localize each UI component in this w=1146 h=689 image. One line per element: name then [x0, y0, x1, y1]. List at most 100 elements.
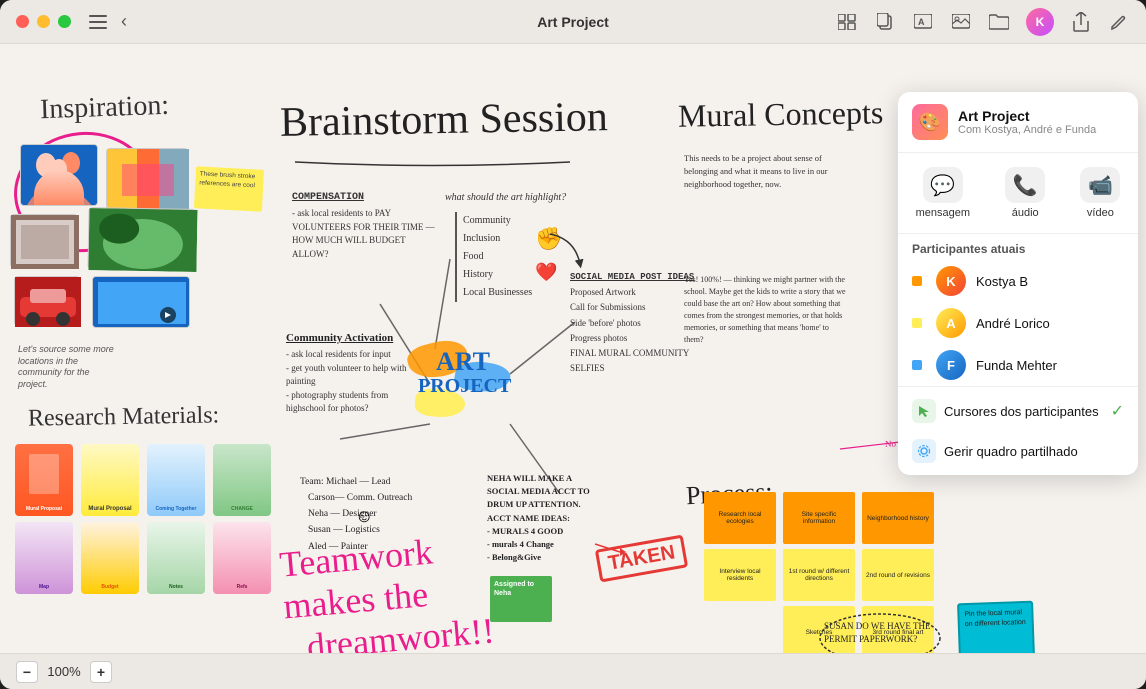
traffic-lights [16, 15, 71, 28]
photo-people [20, 144, 98, 206]
collab-project-subtitle: Com Kostya, André e Funda [958, 124, 1096, 136]
susan-note-area: SUSAN DO WE HAVE THE PERMIT PAPERWORK? [820, 616, 940, 650]
titlebar-tools: A K [836, 8, 1130, 36]
funda-indicator [912, 360, 922, 370]
compensation-block: COMPENSATION - ask local residents to PA… [292, 192, 437, 261]
smiley-icon: ☺ [355, 506, 373, 527]
collab-panel: 🎨 Art Project Com Kostya, André e Funda … [898, 92, 1138, 475]
postit-site-specific: Site specific information [783, 492, 855, 544]
zoom-control: − 100% + [16, 661, 112, 683]
research-docs-grid: Mural Proposal Mural Proposal Coming Tog… [15, 444, 273, 594]
minimize-button[interactable] [37, 15, 50, 28]
sidebar-toggle-icon[interactable] [87, 11, 109, 33]
cyan-sticky: Pin the local mural on different locatio… [957, 601, 1035, 653]
window-title: Art Project [537, 14, 609, 30]
kostya-indicator [912, 276, 922, 286]
participant-funda[interactable]: F Funda Mehter [898, 344, 1138, 386]
video-label: vídeo [1087, 207, 1114, 219]
message-icon: 💬 [923, 167, 963, 203]
postit-2nd-round: 2nd round of revisions [862, 549, 934, 601]
zoom-level-display: 100% [44, 664, 84, 679]
research-materials-label: Research Materials: [28, 402, 220, 432]
window: ‹ Art Project A K [0, 0, 1146, 689]
close-button[interactable] [16, 15, 29, 28]
participants-header: Participantes atuais [898, 234, 1138, 260]
photo-colorful [106, 148, 188, 210]
titlebar-nav: ‹ [87, 11, 135, 33]
collab-panel-header: 🎨 Art Project Com Kostya, André e Funda [898, 92, 1138, 153]
audio-label: áudio [1012, 207, 1039, 219]
source-text: Let's source some more locations in the … [18, 344, 118, 391]
susan-oval [815, 611, 945, 653]
doc-item-8: Refs [213, 522, 271, 594]
cursors-checkmark: ✓ [1111, 401, 1124, 421]
participant-andre[interactable]: A André Lorico [898, 302, 1138, 344]
postit-interview: Interview local residents [704, 549, 776, 601]
share-icon[interactable] [1070, 11, 1092, 33]
funda-name: Funda Mehter [976, 358, 1057, 373]
collab-project-name: Art Project [958, 108, 1096, 124]
doc-item-2: Mural Proposal [81, 444, 139, 516]
svg-text:A: A [918, 17, 925, 27]
gear-icon [912, 439, 936, 463]
collab-options: Cursores dos participantes ✓ Gerir quadr… [898, 386, 1138, 475]
kostya-name: Kostya B [976, 274, 1028, 289]
compensation-body: - ask local residents to PAY VOLUNTEERS … [292, 207, 437, 261]
cursors-option[interactable]: Cursores dos participantes ✓ [898, 391, 1138, 431]
doc-item-3: Coming Together [147, 444, 205, 516]
collab-video-button[interactable]: 📹 vídeo [1068, 163, 1132, 223]
andre-avatar: A [936, 308, 966, 338]
text-icon[interactable]: A [912, 11, 934, 33]
copy-icon[interactable] [874, 11, 896, 33]
user-avatar[interactable]: K [1026, 8, 1054, 36]
folder-icon[interactable] [988, 11, 1010, 33]
participant-kostya[interactable]: K Kostya B [898, 260, 1138, 302]
cursor-icon [912, 399, 936, 423]
compensation-title: COMPENSATION [292, 192, 437, 203]
manage-board-label: Gerir quadro partilhado [944, 444, 1078, 459]
cursors-label: Cursores dos participantes [944, 404, 1099, 419]
highlight-question: what should the art highlight? [445, 192, 566, 203]
mural-paragraph: This needs to be a project about sense o… [684, 152, 839, 190]
photo-texture [10, 214, 78, 268]
image-icon[interactable] [950, 11, 972, 33]
postit-1st-round: 1st round w/ different directions [783, 549, 855, 601]
collab-actions-row: 💬 mensagem 📞 áudio 📹 vídeo [898, 153, 1138, 234]
zoom-in-button[interactable]: + [90, 661, 112, 683]
collab-audio-button[interactable]: 📞 áudio [993, 163, 1057, 223]
zoom-out-button[interactable]: − [16, 661, 38, 683]
doc-item-5: Map [15, 522, 73, 594]
fist-emoji: ✊ [535, 226, 562, 252]
funda-avatar: F [936, 350, 966, 380]
bottom-toolbar: − 100% + [0, 653, 1146, 689]
titlebar-center: Art Project [537, 14, 609, 30]
doc-item-4: CHANGE [213, 444, 271, 516]
community-activation-body: - ask local residents for input- get you… [286, 348, 426, 416]
photo-video [92, 276, 190, 328]
photo-green [87, 207, 196, 271]
heart-emoji: ❤️ [535, 262, 557, 283]
andre-name: André Lorico [976, 316, 1050, 331]
video-icon: 📹 [1080, 167, 1120, 203]
checklist-block: Community Inclusion Food History Local B… [455, 212, 532, 302]
doc-item-1: Mural Proposal [15, 444, 73, 516]
doc-item-7: Notes [147, 522, 205, 594]
message-label: mensagem [916, 207, 970, 219]
photo-car [14, 276, 80, 326]
collab-title-block: Art Project Com Kostya, André e Funda [958, 108, 1096, 136]
andre-indicator [912, 318, 922, 328]
community-activation-title: Community Activation [286, 332, 426, 344]
kostya-avatar: K [936, 266, 966, 296]
maximize-button[interactable] [58, 15, 71, 28]
inspiration-label: Inspiration: [39, 90, 169, 126]
back-icon[interactable]: ‹ [113, 11, 135, 33]
manage-board-option[interactable]: Gerir quadro partilhado [898, 431, 1138, 471]
brush-note-sticky: These brush stroke references are cool [194, 166, 264, 212]
audio-icon: 📞 [1005, 167, 1045, 203]
collab-project-avatar: 🎨 [912, 104, 948, 140]
doc-item-6: Budget [81, 522, 139, 594]
collab-message-button[interactable]: 💬 mensagem [904, 163, 982, 223]
grid-view-icon[interactable] [836, 11, 858, 33]
pencil-icon[interactable] [1108, 11, 1130, 33]
art-project-center-label: ART PROJECT [418, 349, 508, 398]
